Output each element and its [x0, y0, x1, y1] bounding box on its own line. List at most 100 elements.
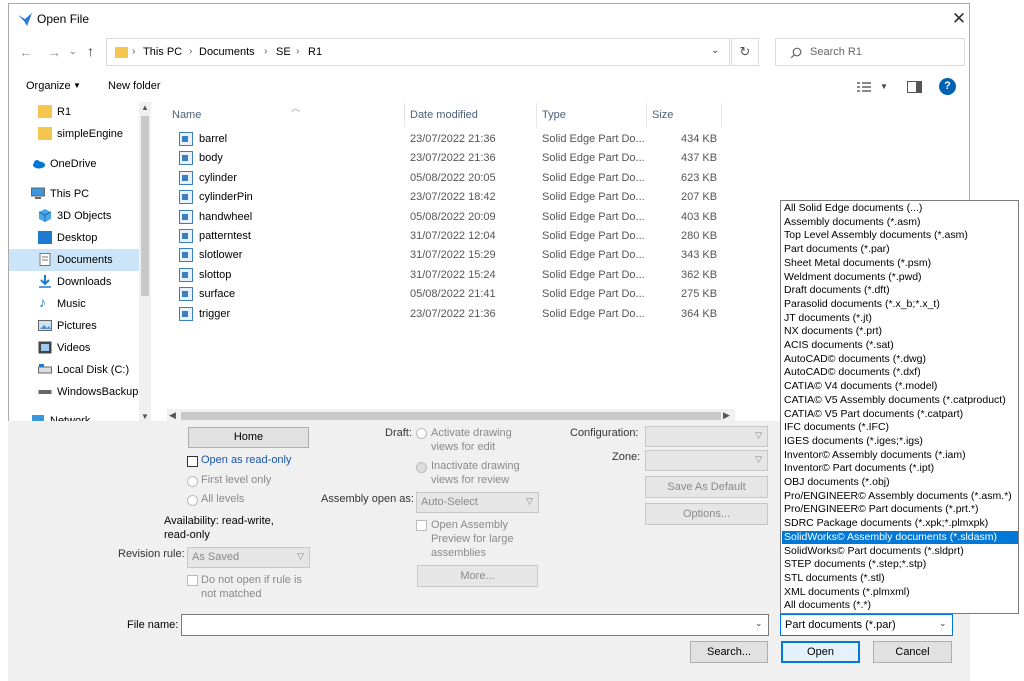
up-arrow-icon[interactable]: ↑ — [87, 43, 94, 59]
save-as-default-button[interactable]: Save As Default — [645, 476, 768, 498]
inactivate-drawing-radio[interactable] — [416, 462, 427, 473]
organize-dropdown-icon[interactable]: ▼ — [73, 81, 81, 90]
more-button[interactable]: More... — [417, 565, 538, 587]
column-header-name[interactable]: Name — [172, 109, 201, 121]
new-folder-button[interactable]: New folder — [108, 80, 161, 92]
file-type-option[interactable]: AutoCAD© documents (*.dxf) — [782, 366, 1018, 380]
file-row[interactable]: barrel 23/07/2022 21:36 Solid Edge Part Do… — [159, 130, 729, 149]
file-type-option[interactable]: Weldment documents (*.pwd) — [782, 271, 1018, 285]
file-row[interactable]: slotlower 31/07/2022 15:29 Solid Edge Part… — [159, 246, 729, 265]
file-type-option[interactable]: NX documents (*.prt) — [782, 325, 1018, 339]
file-row[interactable]: cylinderPin 23/07/2022 18:42 Solid Edge Pa… — [159, 188, 729, 207]
address-bar[interactable]: › This PC › Documents › SE › R1 ⌄ — [106, 38, 730, 66]
preview-pane-icon[interactable] — [907, 81, 922, 93]
sidebar-item-windowsbackup[interactable]: WindowsBackup — [9, 381, 151, 403]
back-arrow-icon[interactable]: ← — [19, 44, 33, 60]
file-row[interactable]: handwheel 05/08/2022 20:09 Solid Edge Part… — [159, 208, 729, 227]
open-readonly-checkbox[interactable] — [187, 456, 198, 467]
sidebar-item-r1[interactable]: R1 — [9, 101, 151, 123]
file-type-option[interactable]: All documents (*.*) — [782, 599, 1018, 613]
file-type-option[interactable]: IGES documents (*.iges;*.igs) — [782, 435, 1018, 449]
view-dropdown-icon[interactable]: ▼ — [880, 82, 888, 91]
sidebar-item-desktop[interactable]: Desktop — [9, 227, 151, 249]
do-not-open-checkbox[interactable] — [187, 575, 198, 586]
chevron-down-icon[interactable]: ⌄ — [755, 618, 763, 629]
file-type-option[interactable]: SDRC Package documents (*.xpk;*.plmxpk) — [782, 517, 1018, 531]
zone-select[interactable]: ▽ — [645, 450, 768, 471]
open-readonly-label[interactable]: Open as read-only — [201, 454, 292, 466]
file-type-option[interactable]: Sheet Metal documents (*.psm) — [782, 257, 1018, 271]
column-header-size[interactable]: Size — [652, 109, 673, 121]
breadcrumb-r1[interactable]: R1 — [308, 46, 322, 58]
column-header-date[interactable]: Date modified — [410, 109, 478, 121]
file-type-option[interactable]: XML documents (*.plmxml) — [782, 586, 1018, 600]
file-type-option[interactable]: Assembly documents (*.asm) — [782, 216, 1018, 230]
column-divider[interactable] — [404, 103, 405, 127]
file-type-option[interactable]: STEP documents (*.step;*.stp) — [782, 558, 1018, 572]
scroll-up-icon[interactable]: ▲ — [141, 103, 149, 112]
cancel-button[interactable]: Cancel — [873, 641, 952, 663]
file-type-option[interactable]: Draft documents (*.dft) — [782, 284, 1018, 298]
organize-button[interactable]: Organize — [26, 80, 71, 92]
file-type-option[interactable]: IFC documents (*.IFC) — [782, 421, 1018, 435]
file-type-option[interactable]: AutoCAD© documents (*.dwg) — [782, 353, 1018, 367]
search-box[interactable]: Search R1 — [775, 38, 965, 66]
file-row[interactable]: patterntest 31/07/2022 12:04 Solid Edge Pa… — [159, 227, 729, 246]
file-type-option[interactable]: Part documents (*.par) — [782, 243, 1018, 257]
column-divider[interactable] — [646, 103, 647, 127]
configuration-select[interactable]: ▽ — [645, 426, 768, 447]
column-divider[interactable] — [721, 103, 722, 127]
column-header-type[interactable]: Type — [542, 109, 566, 121]
file-type-option[interactable]: CATIA© V5 Assembly documents (*.catprodu… — [782, 394, 1018, 408]
help-icon[interactable]: ? — [939, 78, 956, 95]
scroll-right-icon[interactable]: ▶ — [723, 410, 730, 421]
column-divider[interactable] — [536, 103, 537, 127]
home-button[interactable]: Home — [188, 427, 309, 448]
activate-drawing-radio[interactable] — [416, 428, 427, 439]
file-type-option[interactable]: Pro/ENGINEER© Assembly documents (*.asm.… — [782, 490, 1018, 504]
file-type-select[interactable]: Part documents (*.par) ⌄ — [780, 614, 953, 636]
sidebar-scrollbar[interactable]: ▲ ▼ — [139, 102, 151, 425]
sidebar-item-3d-objects[interactable]: 3D Objects — [9, 205, 151, 227]
breadcrumb-this-pc[interactable]: This PC — [143, 46, 182, 58]
address-dropdown-chevron-icon[interactable]: ⌄ — [711, 45, 719, 56]
scroll-left-icon[interactable]: ◀ — [169, 410, 176, 421]
file-row[interactable]: trigger 23/07/2022 21:36 Solid Edge Part D… — [159, 305, 729, 324]
file-type-option[interactable]: CATIA© V4 documents (*.model) — [782, 380, 1018, 394]
breadcrumb-se[interactable]: SE — [276, 46, 291, 58]
sidebar-item-pictures[interactable]: Pictures — [9, 315, 151, 337]
open-assembly-preview-checkbox[interactable] — [416, 520, 427, 531]
file-type-option[interactable]: Inventor© Assembly documents (*.iam) — [782, 449, 1018, 463]
scroll-thumb[interactable] — [141, 116, 149, 296]
sidebar-item-videos[interactable]: Videos — [9, 337, 151, 359]
search-button[interactable]: Search... — [690, 641, 768, 663]
file-row[interactable]: surface 05/08/2022 21:41 Solid Edge Part D… — [159, 285, 729, 304]
view-options-icon[interactable] — [857, 81, 873, 93]
assembly-open-select[interactable]: Auto-Select ▽ — [416, 492, 539, 513]
sidebar-item-downloads[interactable]: Downloads — [9, 271, 151, 293]
scroll-thumb[interactable] — [181, 412, 721, 420]
file-type-option[interactable]: OBJ documents (*.obj) — [782, 476, 1018, 490]
all-levels-radio[interactable] — [187, 495, 198, 506]
options-button[interactable]: Options... — [645, 503, 768, 525]
sidebar-item-onedrive[interactable]: OneDrive — [9, 153, 151, 175]
file-row[interactable]: slottop 31/07/2022 15:24 Solid Edge Part D… — [159, 266, 729, 285]
file-type-option[interactable]: ACIS documents (*.sat) — [782, 339, 1018, 353]
sidebar-item-music[interactable]: ♪ Music — [9, 293, 151, 315]
scroll-down-icon[interactable]: ▼ — [141, 412, 149, 421]
file-type-option[interactable]: All Solid Edge documents (...) — [782, 202, 1018, 216]
sidebar-item-simpleengine[interactable]: simpleEngine — [9, 123, 151, 145]
file-type-option[interactable]: Parasolid documents (*.x_b;*.x_t) — [782, 298, 1018, 312]
first-level-radio[interactable] — [187, 476, 198, 487]
recent-locations-chevron-icon[interactable]: ⌄ — [69, 46, 77, 57]
breadcrumb-documents[interactable]: Documents — [199, 46, 255, 58]
revision-rule-select[interactable]: As Saved ▽ — [187, 547, 310, 568]
file-type-option[interactable]: SolidWorks© Part documents (*.sldprt) — [782, 545, 1018, 559]
file-type-option[interactable]: Pro/ENGINEER© Part documents (*.prt.*) — [782, 503, 1018, 517]
refresh-icon[interactable]: ↻ — [731, 38, 759, 66]
file-type-option[interactable]: STL documents (*.stl) — [782, 572, 1018, 586]
file-name-input[interactable]: ⌄ — [181, 614, 769, 636]
sidebar-item-this-pc[interactable]: This PC — [9, 183, 151, 205]
file-row[interactable]: body 23/07/2022 21:36 Solid Edge Part Do..… — [159, 149, 729, 168]
file-type-option[interactable]: CATIA© V5 Part documents (*.catpart) — [782, 408, 1018, 422]
